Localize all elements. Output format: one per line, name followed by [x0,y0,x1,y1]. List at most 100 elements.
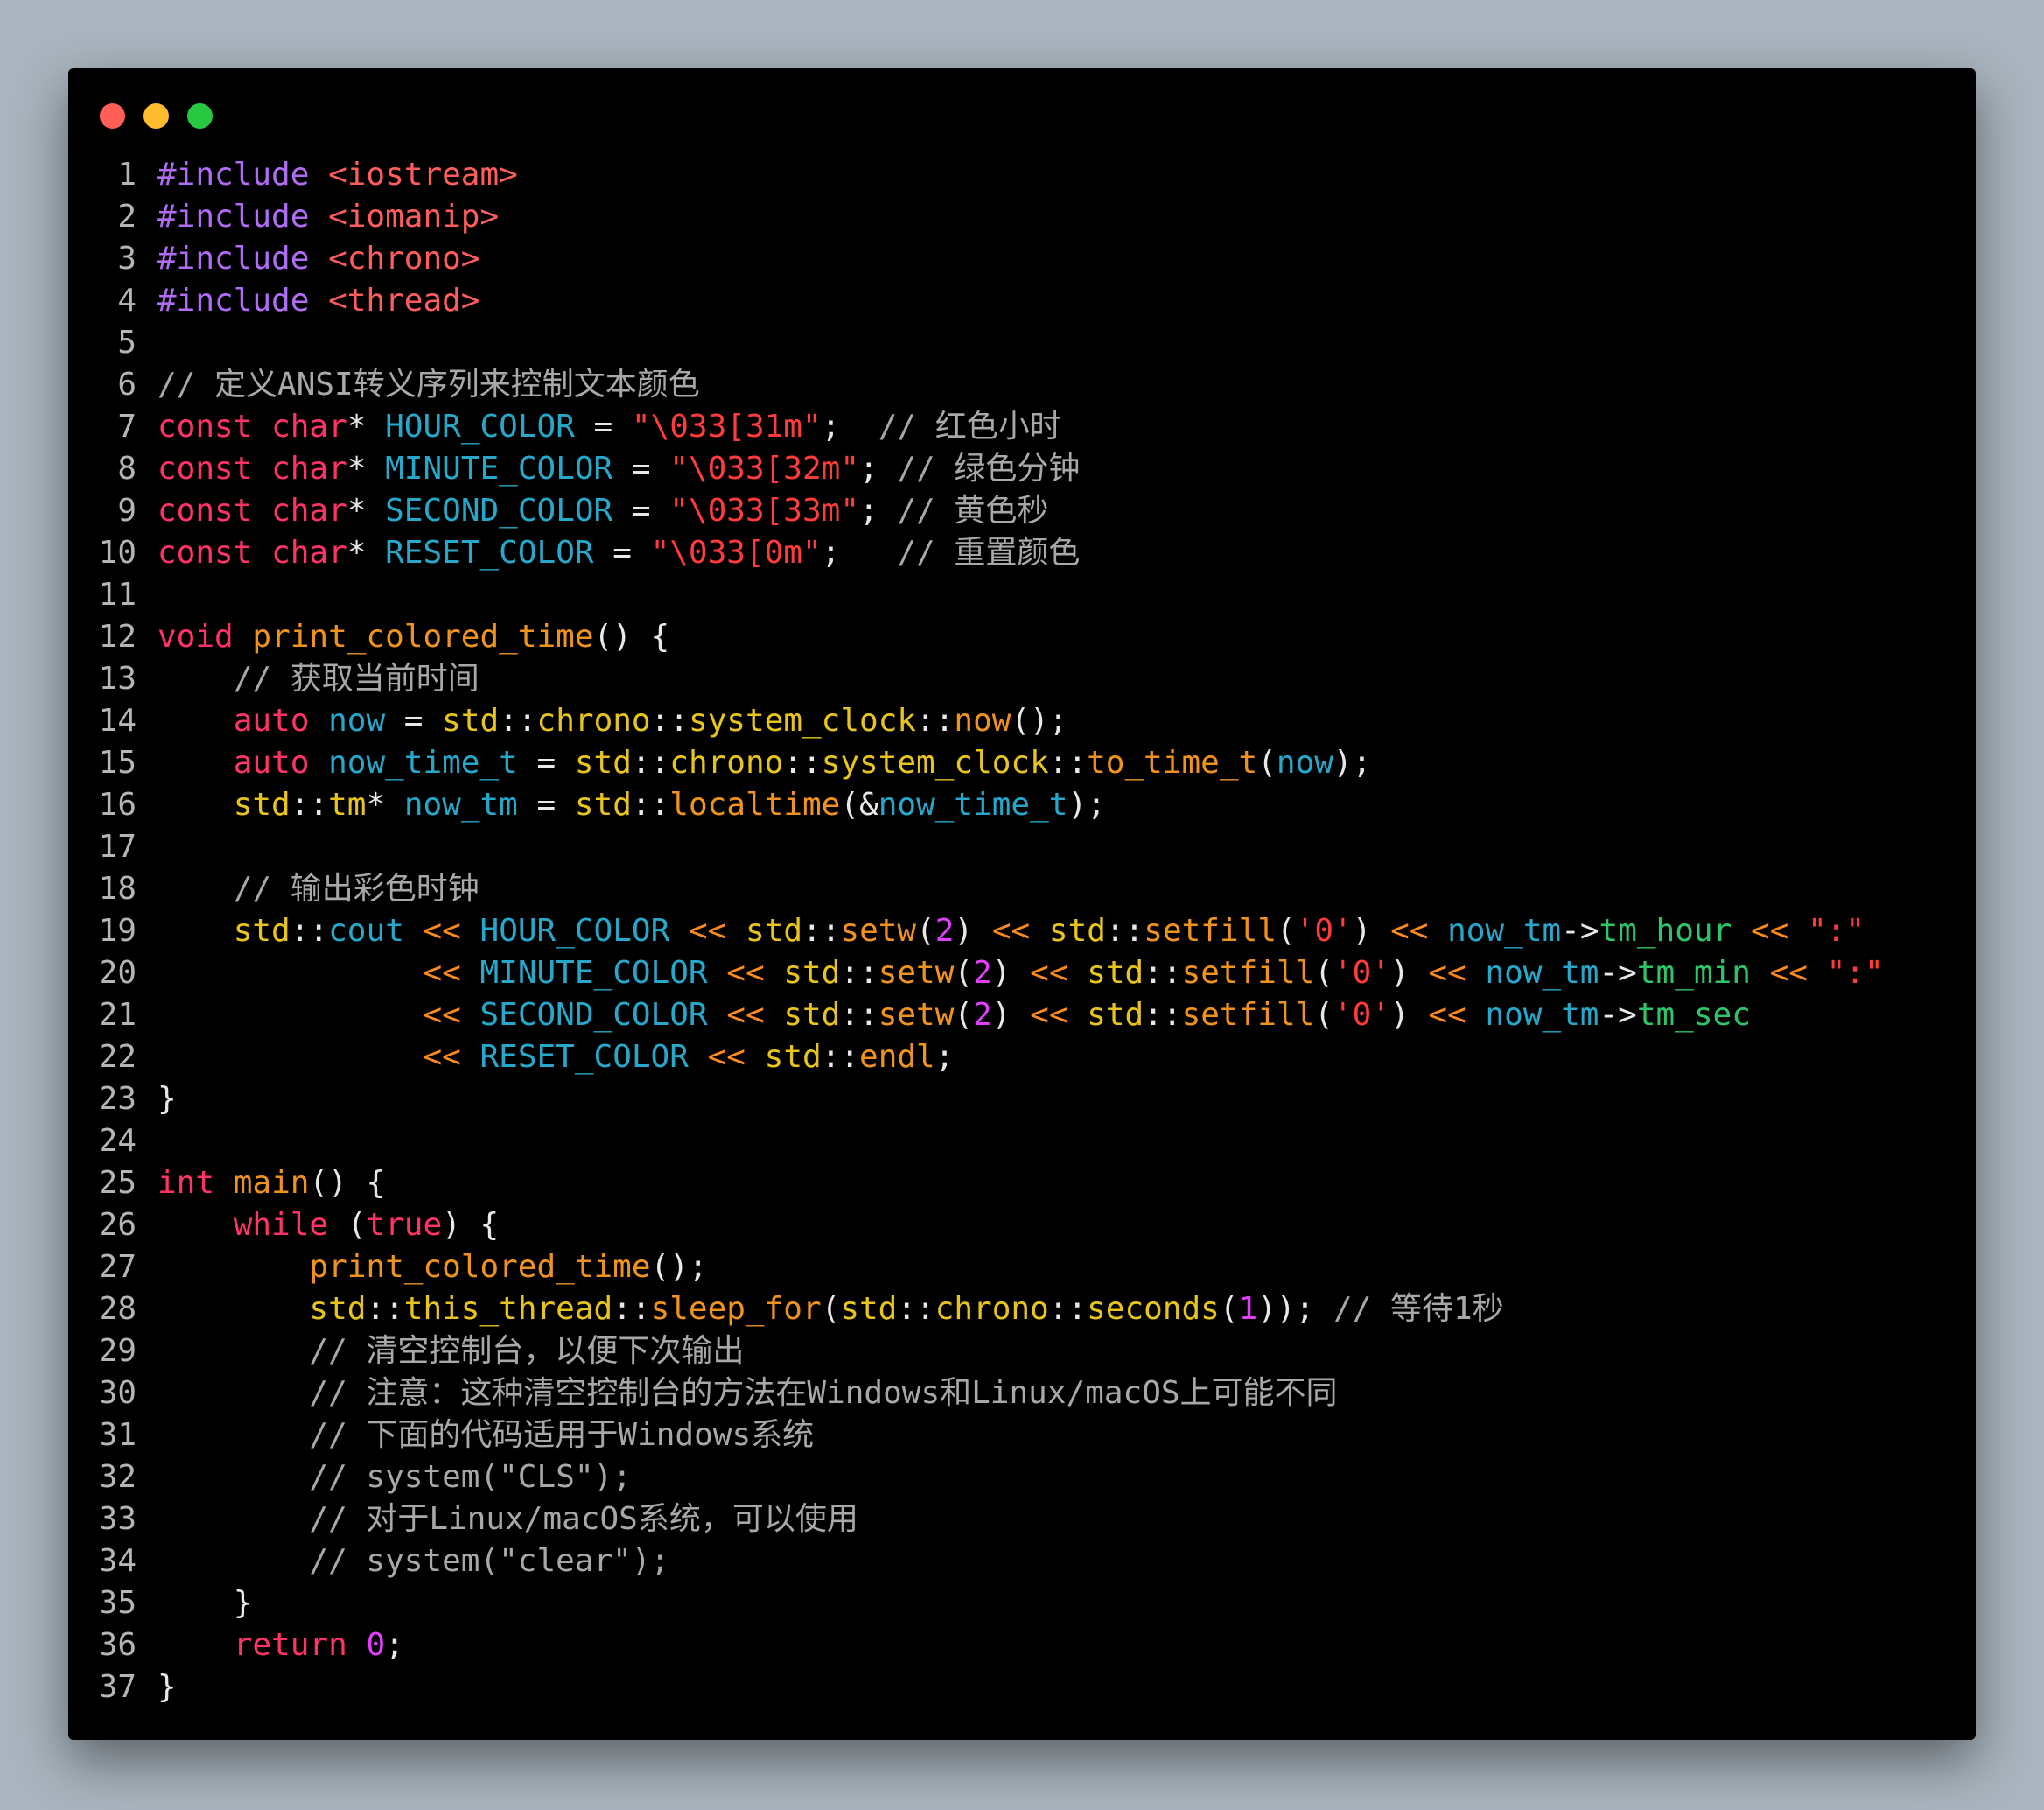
code-token: chrono [536,703,651,739]
code-token: #include [158,283,310,319]
code-token: ) [991,955,1031,991]
code-text: // 下面的代码适用于Windows系统 [158,1417,814,1453]
code-token: std [442,703,500,739]
line-number: 10 [98,535,136,571]
code-token: now_time_t [878,787,1068,823]
code-token: * [346,493,386,529]
code-token: now_tm [403,787,518,823]
code-token: <thread> [328,283,480,319]
code-token: std [840,1291,898,1327]
code-token: std [1048,913,1106,949]
code-token: :: [1144,997,1182,1033]
line-number: 8 [117,451,136,487]
code-token: SECOND_COLOR [480,997,708,1033]
code-token: // 对于Linux/macOS系统，可以使用 [309,1501,858,1537]
code-token: * [366,787,404,823]
code-token: return [233,1627,347,1663]
code-token: setfill [1181,997,1315,1033]
code-token: seconds [1087,1291,1220,1327]
code-line: 6 // 定义ANSI转义序列来控制文本颜色 [91,364,1928,406]
code-token: :: [821,1039,860,1075]
code-line: 17 [91,826,1928,868]
code-token: * [346,535,386,571]
code-token: this_thread [403,1291,613,1327]
code-line: 31 // 下面的代码适用于Windows系统 [91,1414,1928,1456]
line-number: 35 [98,1585,136,1621]
code-token: :: [631,745,670,781]
line-number: 20 [98,955,136,991]
code-token: << [423,913,461,949]
code-line: 7 const char* HOUR_COLOR = "\033[31m"; //… [91,406,1928,448]
code-line: 13 // 获取当前时间 [91,658,1928,700]
line-number: 33 [98,1501,136,1537]
code-text: // system("CLS"); [158,1459,631,1495]
code-token: std [233,787,290,823]
code-token: now_tm [1447,913,1562,949]
code-line: 18 // 输出彩色时钟 [91,868,1928,910]
maximize-window-button[interactable] [187,103,213,129]
code-line: 36 return 0; [91,1624,1928,1666]
close-window-button[interactable] [100,103,125,129]
code-token: ; [859,493,898,529]
code-token: setw [878,955,955,991]
code-token: // 绿色分钟 [897,451,1081,487]
code-token: :: [840,955,878,991]
code-token: // 下面的代码适用于Windows系统 [309,1417,815,1453]
code-token: ( [954,997,974,1033]
code-text: } [158,1081,177,1117]
code-token: -> [1599,997,1637,1033]
code-token: RESET_COLOR [480,1039,689,1075]
line-number: 4 [117,283,136,319]
minimize-window-button[interactable] [144,103,169,129]
code-token: char [271,493,347,529]
code-token: cout [328,913,404,949]
code-token: () { [593,619,670,655]
code-token: :: [290,913,329,949]
line-number: 26 [98,1207,136,1243]
code-token: << [423,955,461,991]
line-number: 31 [98,1417,136,1453]
code-token: "\033[31m" [631,409,822,445]
line-number: 23 [98,1081,136,1117]
code-token: 0 [366,1627,386,1663]
code-text: #include <chrono> [158,241,480,277]
code-line: 23} [91,1078,1928,1120]
code-token: << [688,913,727,949]
code-line: 16 std::tm* now_tm = std::localtime(&now… [91,784,1928,826]
line-number: 28 [98,1291,136,1327]
code-token: now_tm [1485,955,1600,991]
code-token: ( [821,1291,841,1327]
code-token: HOUR_COLOR [385,409,575,445]
code-token: system_clock [688,703,917,739]
code-token: // 清空控制台，以便下次输出 [309,1333,745,1369]
code-text: << MINUTE_COLOR << std::setw(2) << std::… [158,955,1883,991]
code-token: ); [1068,787,1106,823]
code-token: :: [290,787,329,823]
code-token: ; [934,1039,955,1075]
code-token: std [574,745,632,781]
code-token: char [271,451,347,487]
code-text: const char* RESET_COLOR = "\033[0m"; // … [158,535,1080,571]
code-token: "\033[32m" [669,451,859,487]
code-token: const [158,535,253,571]
code-token: * [346,451,386,487]
code-token: // 红色小时 [878,409,1061,445]
line-number: 3 [117,241,136,277]
line-number: 37 [98,1669,136,1705]
